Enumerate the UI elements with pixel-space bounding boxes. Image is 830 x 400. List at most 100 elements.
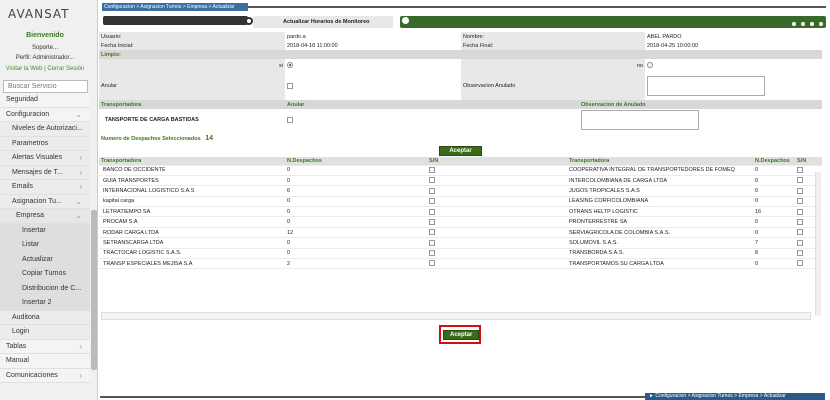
no-radio[interactable]	[647, 62, 653, 69]
transp-obs-textarea[interactable]	[581, 110, 699, 130]
chevron-right-icon[interactable]: ›	[79, 151, 82, 165]
select-cell	[427, 248, 567, 260]
select-checkbox[interactable]	[797, 239, 803, 246]
transportadora-cell: RODAR CARGA LTDA	[99, 227, 285, 239]
sidebar-item-label: Emails	[12, 183, 34, 190]
select-checkbox[interactable]	[797, 208, 803, 215]
despachos-cell: 0	[285, 206, 427, 218]
sidebar-item-label: Distribucion de C...	[22, 284, 82, 292]
sidebar-item[interactable]: Mensajes de T... ›	[0, 165, 90, 180]
chevron-down-icon[interactable]: ⌄	[75, 195, 82, 209]
main-content: Usuario: pardo.a Nombre: ABEL PARDO Fech…	[99, 32, 822, 392]
despachos-cell: 12	[285, 227, 427, 239]
sidebar-item[interactable]: Niveles de Autorizaci...	[0, 122, 90, 137]
transportadora-cell: GUIA TRANSPORTES	[99, 175, 285, 187]
select-checkbox[interactable]	[797, 229, 803, 236]
sidebar-item[interactable]: Parametros	[0, 136, 90, 151]
sidebar-item[interactable]: Copiar Turnos	[0, 267, 90, 282]
anular-col-header: Anular	[285, 100, 461, 109]
sidebar-item[interactable]: Tablas ›	[0, 339, 90, 354]
action-title: Actualizar Horarios de Monitoreo	[253, 16, 393, 28]
sidebar-item[interactable]: Manual	[0, 354, 90, 369]
select-checkbox[interactable]	[797, 260, 803, 267]
sidebar-item-label: Tablas	[6, 342, 27, 350]
sidebar-item[interactable]: Alertas Visuales ›	[0, 151, 90, 166]
select-checkbox[interactable]	[797, 250, 803, 257]
select-cell	[427, 196, 567, 208]
select-checkbox[interactable]	[429, 250, 435, 257]
grid-vertical-scrollbar[interactable]	[815, 172, 821, 316]
transportadora-cell: PRONTERRESTRE SA	[567, 216, 753, 228]
grid-horizontal-scrollbar[interactable]	[101, 312, 811, 320]
sidebar-item[interactable]: Listar	[0, 238, 90, 253]
sidebar-scrollbar[interactable]	[91, 210, 97, 370]
no-radio-cell	[645, 59, 822, 72]
select-checkbox[interactable]	[429, 177, 435, 184]
sidebar-item[interactable]: Login	[0, 325, 90, 340]
sidebar-item[interactable]: Actualizar	[0, 252, 90, 267]
chevron-right-icon[interactable]: ›	[79, 340, 82, 354]
status-knob	[402, 17, 409, 24]
sidebar-item-label: Copiar Turnos	[22, 270, 66, 277]
search-input[interactable]	[3, 80, 88, 93]
sidebar-item[interactable]: Insertar 2	[0, 296, 90, 311]
sidebar-item[interactable]: Configuracion ⌄	[0, 107, 90, 122]
chevron-down-icon[interactable]: ⌄	[75, 209, 82, 223]
si-radio[interactable]	[287, 62, 293, 69]
transportadora-cell: kapital carga	[99, 196, 285, 208]
progress-knob[interactable]	[245, 17, 253, 25]
select-checkbox[interactable]	[429, 260, 435, 267]
breadcrumb[interactable]: Configuracion > Asignacion Turnos > Empr…	[102, 3, 248, 11]
select-checkbox[interactable]	[797, 218, 803, 225]
select-checkbox[interactable]	[429, 229, 435, 236]
sidebar-item[interactable]: Insertar	[0, 223, 90, 238]
fecha-final-value: 2018-04-25 10:00:00	[647, 42, 699, 49]
select-checkbox[interactable]	[429, 208, 435, 215]
accept-button-top[interactable]: Aceptar	[439, 146, 482, 156]
chevron-right-icon[interactable]: ›	[79, 166, 82, 180]
num-despachos-row: Numero de Despachos Seleccionados 14	[99, 131, 822, 145]
usuario-value: pardo.a	[287, 33, 306, 40]
si-radio-cell	[285, 59, 461, 72]
chevron-right-icon[interactable]: ›	[79, 369, 82, 383]
anular-checkbox[interactable]	[287, 82, 293, 89]
select-checkbox[interactable]	[429, 239, 435, 246]
sidebar-item[interactable]: Distribucion de C...	[0, 281, 90, 296]
select-checkbox[interactable]	[797, 166, 803, 173]
sidebar-item[interactable]: Comunicaciones ›	[0, 368, 90, 383]
sidebar-item[interactable]: Auditoria	[0, 310, 90, 325]
sidebar-menu: Seguridad Configuracion ⌄ Niveles de Autori…	[0, 93, 90, 383]
accept-button[interactable]: Aceptar	[443, 330, 480, 340]
select-checkbox[interactable]	[797, 198, 803, 205]
chevron-right-icon[interactable]: ›	[79, 180, 82, 194]
transportadora-cell: LEASING CORFICOLOMBIANA	[567, 196, 753, 208]
anular-label: Anular	[99, 72, 285, 100]
sidebar-item[interactable]: Seguridad	[0, 93, 90, 108]
transportadora-cell: JUGOS TROPICALES S.A.S	[567, 185, 753, 197]
nombre-value: ABEL PARDO	[647, 33, 682, 40]
chevron-down-icon[interactable]: ⌄	[75, 108, 82, 122]
sidebar-item[interactable]: Asignacion Tu... ⌄	[0, 194, 90, 209]
obs-anulado-textarea[interactable]	[647, 76, 765, 96]
sidebar-item[interactable]: Empresa ⌄	[0, 209, 90, 224]
sidebar-item-label: Comunicaciones	[6, 371, 58, 379]
table-row: BANCO DE OCCIDENTE 0 COOPERATIVA INTEGRAL …	[99, 165, 822, 176]
sidebar-item[interactable]: Emails ›	[0, 180, 90, 195]
anular-cell	[285, 72, 461, 100]
footer-breadcrumb[interactable]: ► Configuracion > Asignacion Turnos > Em…	[645, 393, 825, 400]
despachos-cell: 0	[285, 237, 427, 249]
select-checkbox[interactable]	[797, 187, 803, 194]
select-checkbox[interactable]	[429, 187, 435, 194]
fecha-final-label: Fecha Final:	[461, 41, 645, 50]
select-checkbox[interactable]	[429, 166, 435, 173]
select-checkbox[interactable]	[429, 198, 435, 205]
grid-header-sn: S/N	[427, 157, 567, 166]
welcome-text: Bienvenido	[26, 32, 64, 39]
table-row: kapital carga 0 LEASING CORFICOLOMBIANA 0	[99, 196, 822, 208]
transportadora-cell: SETRANSCARGA LTDA	[99, 237, 285, 249]
select-checkbox[interactable]	[797, 177, 803, 184]
select-checkbox[interactable]	[429, 218, 435, 225]
accept-row-top: Aceptar	[99, 145, 822, 157]
web-logout-links[interactable]: Visitar la Web | Cerrar Sesión	[0, 66, 90, 72]
transp-anular-checkbox[interactable]	[287, 116, 293, 123]
